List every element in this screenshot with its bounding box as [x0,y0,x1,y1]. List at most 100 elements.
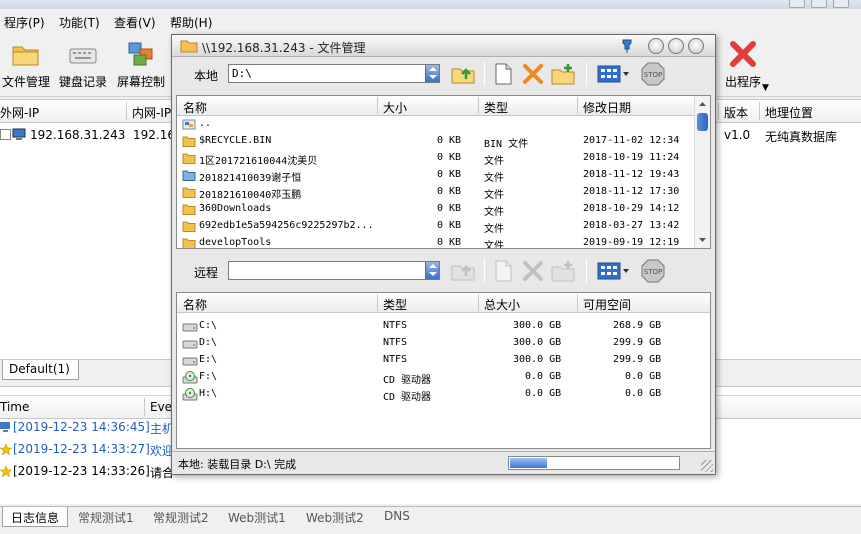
file-date: 2018-10-19 11:24 [583,152,680,163]
host-location: 无纯真数据库 [765,130,838,144]
file-row[interactable]: 692edb1e5a594256c9225297b2... 0 KB 文件 20… [177,218,710,235]
col-type[interactable]: 类型 [383,296,407,313]
col-name[interactable]: 名称 [183,296,207,313]
delete-icon[interactable] [520,61,546,87]
file-row[interactable]: .. [177,116,710,133]
col-lan-ip[interactable]: 内网-IP [132,104,171,121]
main-titlebar [0,0,861,9]
view-mode-icon[interactable] [596,61,632,87]
col-total-size[interactable]: 总大小 [484,296,520,313]
view-file-icon[interactable] [490,61,516,87]
computer-icon [12,128,28,145]
col-size[interactable]: 大小 [383,99,407,116]
drive-row[interactable]: E:\ NTFS 300.0 GB 299.9 GB [177,352,710,369]
new-folder-icon[interactable] [550,61,576,87]
col-free-space[interactable]: 可用空间 [583,296,631,313]
keylogger-button[interactable]: 键盘记录 [58,39,108,95]
tab-general-test-2[interactable]: 常规测试2 [153,507,209,527]
file-row[interactable]: $RECYCLE.BIN 0 KB BIN 文件 2017-11-02 12:3… [177,133,710,150]
group-tab-default[interactable]: Default(1) [2,360,79,380]
fm-titlebar[interactable]: \\192.168.31.243 - 文件管理 [172,35,715,57]
menu-function[interactable]: 功能(T) [59,14,100,31]
folder-icon [180,38,198,56]
log-time: [2019-12-23 14:33:27] [13,442,150,456]
file-date: 2018-10-29 14:12 [583,203,680,214]
new-folder-icon[interactable] [550,258,576,284]
stop-icon[interactable]: STOP [640,258,666,284]
file-type: 文件 [484,224,504,235]
col-event[interactable]: Eve [150,400,172,414]
drive-total: 0.0 GB [525,371,562,382]
dropdown-arrow-icon[interactable]: ▼ [762,83,769,93]
screen-control-button[interactable]: 屏幕控制 [115,39,167,95]
fm-minimize-button[interactable] [648,38,664,54]
view-mode-icon[interactable] [596,258,632,284]
menu-program[interactable]: 程序(P) [4,14,45,31]
transfer-progress [508,456,680,470]
tab-log[interactable]: 日志信息 [2,507,68,527]
maximize-button[interactable] [811,0,827,8]
drive-row[interactable]: D:\ NTFS 300.0 GB 299.9 GB [177,335,710,352]
col-modified[interactable]: 修改日期 [583,99,631,116]
file-row[interactable]: 201821410039谢子恒 0 KB 文件 2018-11-12 19:43 [177,167,710,184]
local-path-dropdown-icon[interactable] [425,65,439,82]
progress-fill [510,458,547,468]
file-row[interactable]: 201821610040邓玉鹏 0 KB 文件 2018-11-12 17:30 [177,184,710,201]
delete-icon[interactable] [520,258,546,284]
log-time: [2019-12-23 14:36:45] [13,420,150,434]
host-icon [0,421,12,434]
scroll-thumb[interactable] [697,113,708,131]
col-time[interactable]: Time [0,400,29,414]
close-button[interactable] [833,0,849,8]
drive-name: D:\ [199,337,218,348]
file-row[interactable]: 360Downloads 0 KB 文件 2018-10-29 14:12 [177,201,710,218]
col-location[interactable]: 地理位置 [765,104,813,121]
file-name: 201821610040邓玉鹏 [199,190,302,201]
menu-view[interactable]: 查看(V) [114,14,156,31]
tab-dns[interactable]: DNS [384,507,410,527]
file-row[interactable]: 1区201721610044沈美贝 0 KB 文件 2018-10-19 11:… [177,150,710,167]
file-manager-window: \\192.168.31.243 - 文件管理 本地 D:\ STOP 名称 大… [171,34,716,475]
file-type: 文件 [484,190,504,201]
col-version[interactable]: 版本 [724,104,748,121]
file-date: 2018-11-12 19:43 [583,169,680,180]
up-folder-icon[interactable] [450,61,476,87]
file-type: 文件 [484,207,504,218]
fm-maximize-button[interactable] [668,38,684,54]
drive-total: 300.0 GB [513,354,562,365]
tab-web-test-1[interactable]: Web测试1 [228,507,286,527]
drive-type: NTFS [383,320,408,331]
host-checkbox[interactable] [0,129,11,140]
file-row[interactable]: developTools 0 KB 文件 2019-09-19 12:19 [177,235,710,248]
bottom-tabs: 日志信息 常规测试1 常规测试2 Web测试1 Web测试2 DNS [0,506,861,534]
file-size: 0 KB [437,169,462,180]
local-scrollbar[interactable] [694,96,710,248]
scroll-down-icon[interactable] [695,233,710,248]
remote-path-dropdown-icon[interactable] [425,262,439,279]
stop-icon[interactable]: STOP [640,61,666,87]
drive-row[interactable]: C:\ NTFS 300.0 GB 268.9 GB [177,318,710,335]
pin-icon[interactable] [620,38,634,57]
col-type[interactable]: 类型 [484,99,508,116]
file-manager-label: 文件管理 [2,75,51,89]
tab-web-test-2[interactable]: Web测试2 [306,507,364,527]
svg-text:STOP: STOP [644,71,662,79]
view-file-icon[interactable] [490,258,516,284]
col-wan-ip[interactable]: 外网-IP [0,104,39,121]
minimize-button[interactable] [789,0,805,8]
file-manager-button[interactable]: 文件管理 [2,39,50,95]
exit-program-button[interactable]: 出程序 ▼ [716,39,770,95]
local-path-combo[interactable]: D:\ [228,64,440,83]
remote-path-combo[interactable] [228,261,440,280]
fm-close-button[interactable] [688,38,704,54]
scroll-up-icon[interactable] [695,96,710,111]
hard-drive-icon [182,320,198,333]
up-folder-icon[interactable] [450,258,476,284]
host-lan-ip: 192.16 [133,128,175,142]
drive-row[interactable]: H:\ CD 驱动器 0.0 GB 0.0 GB [177,386,710,403]
col-name[interactable]: 名称 [183,99,207,116]
drive-row[interactable]: F:\ CD 驱动器 0.0 GB 0.0 GB [177,369,710,386]
menu-help[interactable]: 帮助(H) [170,14,212,31]
resize-grip[interactable] [701,460,713,472]
tab-general-test-1[interactable]: 常规测试1 [78,507,134,527]
